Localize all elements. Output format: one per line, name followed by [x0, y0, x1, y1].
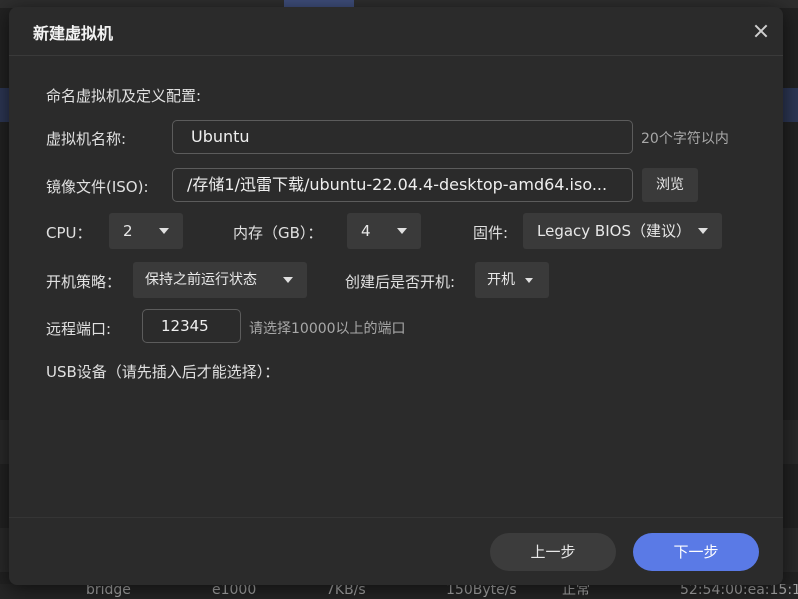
bg-cell: 150Byte/s: [446, 584, 517, 598]
firmware-value: Legacy BIOS（建议）: [537, 222, 691, 240]
bg-cell: 52:54:00:ea:15:15: [680, 584, 798, 598]
firmware-select[interactable]: Legacy BIOS（建议）: [523, 213, 722, 249]
close-icon[interactable]: [751, 21, 771, 41]
firmware-label: 固件:: [473, 224, 509, 242]
memory-select[interactable]: 4: [347, 213, 421, 249]
cpu-select[interactable]: 2: [109, 213, 183, 249]
power-on-value: 开机: [487, 272, 515, 288]
new-vm-dialog: 新建虚拟机 命名虚拟机及定义配置: 虚拟机名称: Ubuntu 20个字符以内 …: [9, 7, 783, 585]
vm-name-hint: 20个字符以内: [641, 131, 729, 147]
cpu-value: 2: [123, 222, 133, 240]
iso-label: 镜像文件(ISO):: [46, 178, 149, 196]
vm-name-label: 虚拟机名称:: [46, 130, 127, 148]
remote-port-hint: 请选择10000以上的端口: [249, 321, 406, 337]
dialog-title: 新建虚拟机: [33, 24, 114, 43]
bg-cell: bridge: [86, 584, 131, 598]
usb-label: USB设备（请先插入后才能选择）：: [46, 363, 280, 381]
remote-port-label: 远程端口:: [46, 320, 112, 338]
remote-port-input[interactable]: 12345: [142, 309, 241, 343]
section-label: 命名虚拟机及定义配置:: [46, 87, 202, 105]
chevron-down-icon: [397, 228, 407, 234]
chevron-down-icon: [698, 228, 708, 234]
memory-label: 内存（GB）：: [233, 224, 323, 242]
bg-cell: 正常: [562, 584, 590, 598]
chevron-down-icon: [283, 277, 293, 283]
chevron-down-icon: [159, 228, 169, 234]
background-table-row: bridge e1000 7KB/s 150Byte/s 正常 52:54:00…: [0, 584, 798, 599]
browse-button[interactable]: 浏览: [642, 168, 698, 202]
next-button[interactable]: 下一步: [633, 533, 759, 571]
power-on-select[interactable]: 开机: [475, 262, 549, 298]
bg-cell: 7KB/s: [326, 584, 366, 598]
power-on-label: 创建后是否开机:: [345, 273, 456, 291]
dialog-header: 新建虚拟机: [9, 7, 783, 56]
cpu-label: CPU：: [46, 224, 92, 242]
iso-path-input[interactable]: /存储1/迅雷下载/ubuntu-22.04.4-desktop-amd64.i…: [172, 168, 633, 202]
vm-name-input[interactable]: Ubuntu: [172, 120, 633, 154]
memory-value: 4: [361, 222, 371, 240]
footer-divider: [9, 517, 783, 518]
prev-button[interactable]: 上一步: [490, 533, 616, 571]
boot-policy-select[interactable]: 保持之前运行状态: [133, 262, 307, 298]
bg-cell: e1000: [212, 584, 257, 598]
boot-policy-label: 开机策略：: [46, 273, 122, 291]
boot-policy-value: 保持之前运行状态: [145, 272, 257, 288]
chevron-down-icon: [525, 278, 533, 283]
